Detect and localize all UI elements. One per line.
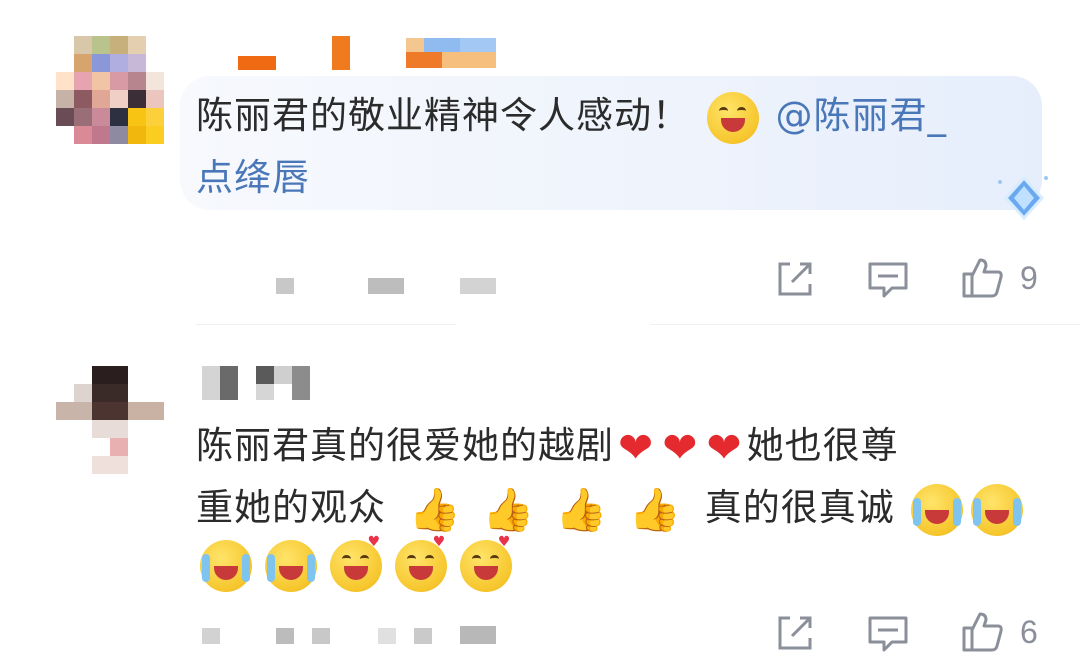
thumbs-up-emoji: 👍	[408, 484, 463, 534]
crying-laughing-emoji	[200, 540, 252, 592]
red-heart-emoji: ❤	[662, 422, 699, 472]
comment-text: 陈丽君的敬业精神令人感动！ @陈丽君_	[196, 84, 947, 148]
comment-text-part: 陈丽君真的很爱她的越剧	[196, 424, 614, 467]
share-button[interactable]	[774, 258, 816, 300]
crying-laughing-emoji	[971, 483, 1024, 536]
thumbs-up-emoji: 👍	[482, 484, 536, 534]
love-smile-emoji: ♥	[330, 534, 383, 592]
mention-link[interactable]: @陈丽君_	[776, 94, 948, 137]
share-icon	[778, 616, 812, 650]
comment-text-line2: 重她的观众 👍 👍 👍 👍 真的很真诚	[196, 476, 1027, 542]
thumbs-up-icon	[962, 612, 1003, 652]
comment-text-part: 她也很尊	[746, 424, 899, 467]
crying-laughing-emoji	[265, 540, 318, 592]
comment-meta-redacted	[202, 626, 502, 646]
comment-text: 陈丽君真的很爱她的越剧❤ ❤ ❤ 她也很尊	[196, 414, 899, 480]
like-count: 6	[1020, 614, 1038, 650]
comment-text-part: 真的很真诚	[704, 486, 895, 529]
like-button[interactable]: 9	[960, 254, 1050, 302]
love-smile-emoji: ♥	[460, 534, 513, 592]
divider	[650, 324, 1080, 325]
comment-text-body: 陈丽君的敬业精神令人感动！	[196, 94, 690, 137]
like-count: 9	[1020, 260, 1038, 296]
like-button[interactable]: 6	[960, 608, 1050, 656]
avatar[interactable]	[56, 36, 168, 148]
comment-meta-redacted	[276, 278, 502, 296]
mention-link-continued[interactable]: 点绛唇	[196, 146, 310, 210]
comment-text-part: 重她的观众	[196, 486, 386, 529]
hugging-face-emoji	[706, 91, 759, 144]
username-redacted[interactable]	[238, 36, 500, 72]
thumbs-up-icon	[962, 258, 1003, 298]
thumbs-up-emoji: 👍	[628, 484, 682, 534]
red-heart-emoji: ❤	[618, 422, 655, 472]
share-button[interactable]	[774, 612, 816, 654]
username-redacted[interactable]	[202, 366, 322, 402]
red-heart-emoji: ❤	[706, 422, 743, 472]
comment-button[interactable]	[866, 612, 910, 654]
comment-icon	[868, 616, 908, 652]
thumbs-up-emoji: 👍	[555, 484, 609, 534]
divider	[196, 324, 456, 325]
emoji-row: ♥ ♥ ♥	[196, 534, 516, 596]
share-icon	[778, 262, 812, 296]
crying-laughing-emoji	[911, 483, 964, 536]
diamond-badge-icon	[994, 168, 1054, 228]
love-smile-emoji: ♥	[395, 534, 448, 592]
comment-icon	[868, 262, 908, 298]
comment-button[interactable]	[866, 258, 910, 300]
avatar[interactable]	[56, 366, 168, 478]
